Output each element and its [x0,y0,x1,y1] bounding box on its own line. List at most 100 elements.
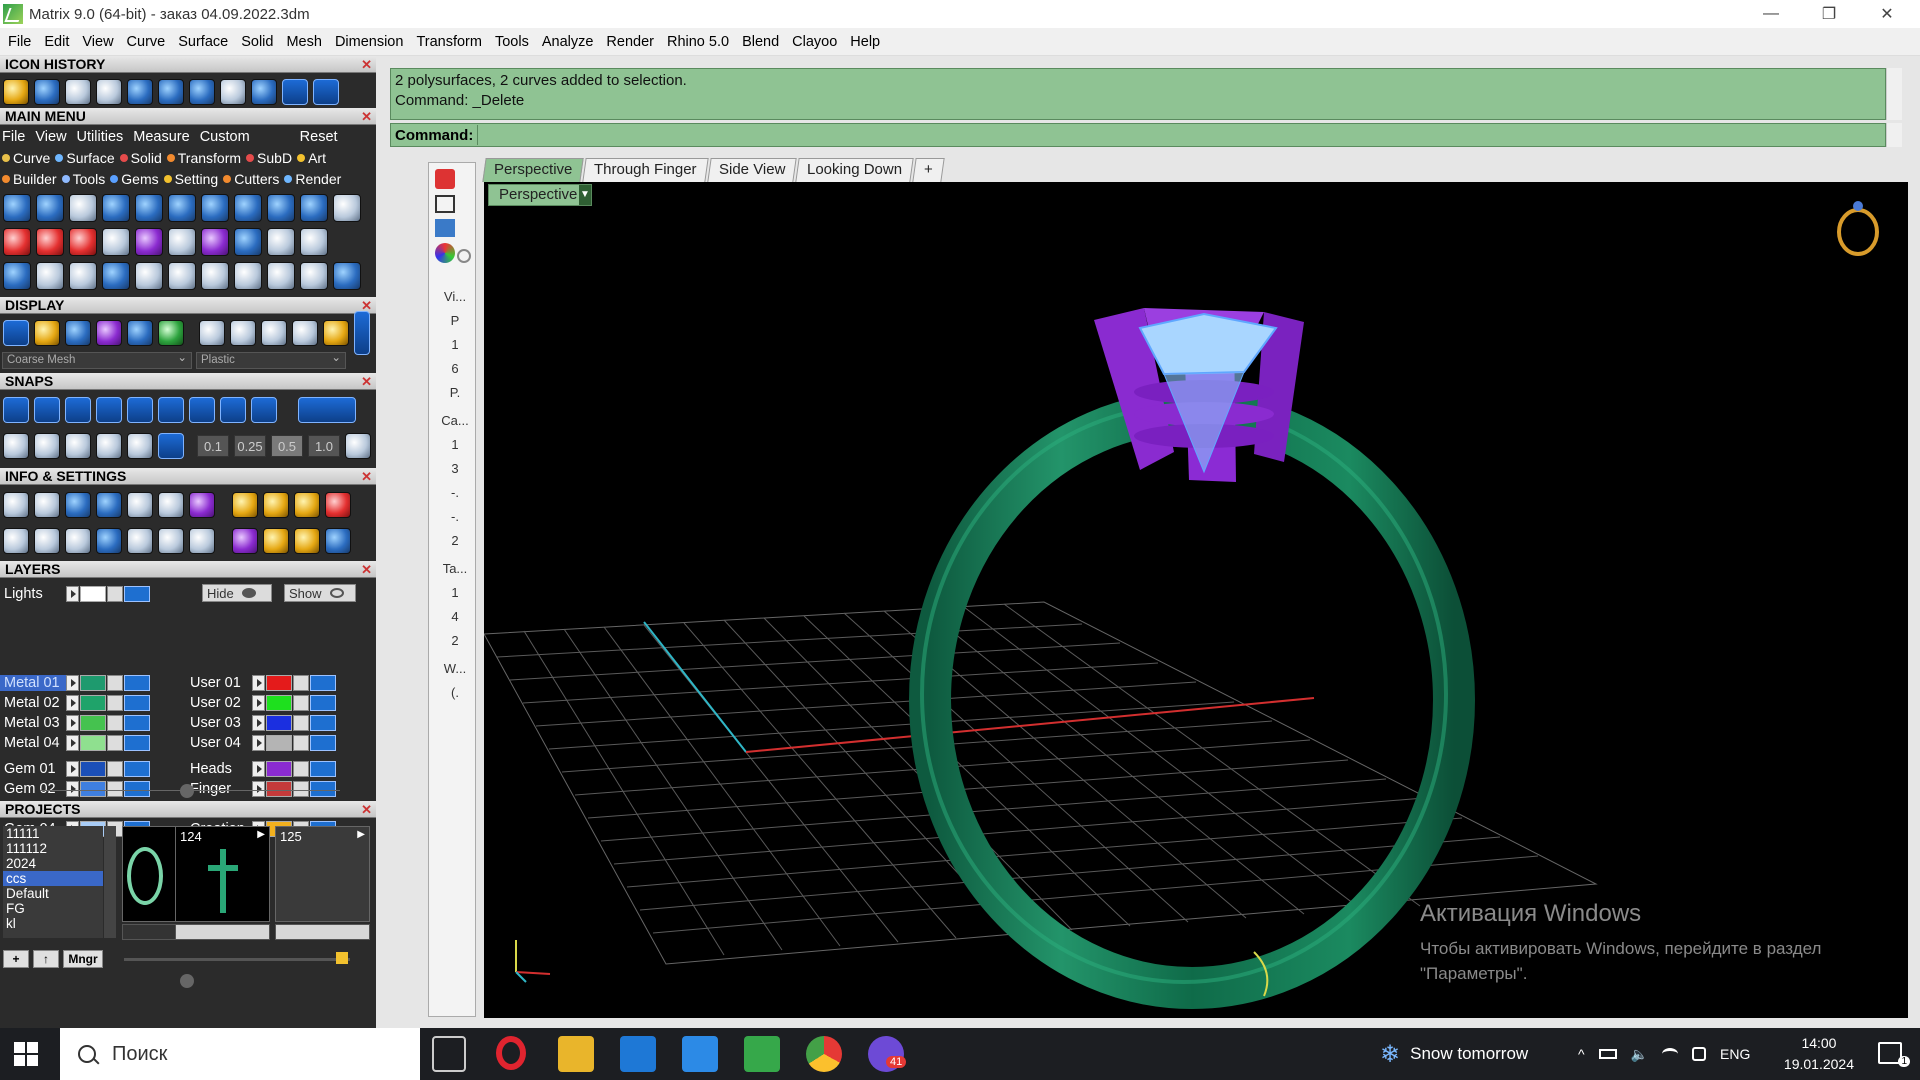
line-icon[interactable] [69,228,97,256]
grid-snap-icon[interactable] [3,433,29,459]
visibility-toggle[interactable] [124,734,150,751]
tab-transform[interactable]: Transform [166,150,241,166]
layer-name[interactable]: Metal 01 [0,674,66,691]
layer-color-swatch[interactable] [80,674,106,691]
flow-icon[interactable] [36,262,64,290]
tab-surface[interactable]: Surface [55,150,115,166]
expand-arrow-icon[interactable] [66,734,79,751]
clock[interactable]: 14:00 19.01.2024 [1784,1033,1854,1075]
text-icon[interactable] [168,228,196,256]
lock-icon[interactable] [107,760,123,777]
snap-value-0-25[interactable]: 0.25 [234,435,266,457]
battery-icon[interactable] [1598,1049,1617,1059]
lock-icon[interactable] [107,714,123,731]
menu-surface[interactable]: Surface [178,34,228,50]
dropdown-arrow-icon[interactable]: ▼ [579,185,591,205]
layer-name[interactable]: User 03 [186,715,252,731]
side-strip-item[interactable]: 2 [437,629,473,651]
mesh-quality-select[interactable]: Coarse Mesh [2,351,192,369]
xray-icon[interactable] [127,320,153,346]
layer-row[interactable]: User 01 [186,673,336,692]
side-strip-item[interactable]: W... [437,657,473,679]
expand-arrow-icon[interactable] [66,714,79,731]
visibility-toggle[interactable] [124,585,150,602]
side-strip-item[interactable]: Ta... [437,557,473,579]
3d-viewport[interactable] [484,182,1908,1018]
color-wheel-icon[interactable] [435,243,455,263]
language-indicator[interactable]: ENG [1720,1046,1750,1062]
list-item[interactable]: kl [3,916,103,931]
snap-perp-icon[interactable] [189,397,215,423]
visibility-toggle[interactable] [124,780,150,797]
split-icon[interactable] [267,262,295,290]
layer-row[interactable]: User 02 [186,693,336,712]
grid-icon[interactable] [127,79,153,105]
tab-render[interactable]: Render [284,171,341,187]
osnap-icon[interactable] [96,433,122,459]
layer-row[interactable]: Metal 01 [0,673,150,692]
layer-name[interactable]: Gem 02 [0,781,66,797]
menu-view[interactable]: View [82,34,113,50]
layer-row[interactable]: Heads [186,759,336,778]
snap-int-icon[interactable] [158,397,184,423]
circle-curve-icon[interactable] [3,194,31,222]
prong-tool-icon[interactable] [135,194,163,222]
metal-sphere-icon[interactable] [199,320,225,346]
menu-render[interactable]: Render [606,34,654,50]
expand-arrow-icon[interactable] [66,780,79,797]
close-icon[interactable]: ✕ [361,561,372,578]
layer-row[interactable]: Metal 03 [0,713,150,732]
layer-name[interactable]: Gem 01 [0,761,66,777]
side-strip-item[interactable]: P. [437,381,473,403]
snap-value-1-0[interactable]: 1.0 [308,435,340,457]
settings-g-icon[interactable] [294,528,320,554]
layer-name[interactable]: Metal 03 [0,715,66,731]
add-tab-button[interactable]: + [912,158,945,182]
filter-icon[interactable] [127,528,153,554]
ortho-icon[interactable] [34,433,60,459]
close-icon[interactable]: ✕ [361,108,372,125]
tab-tools[interactable]: Tools [61,171,105,187]
bezel-icon[interactable] [102,194,130,222]
lock-icon[interactable] [107,585,123,602]
grid-lines-icon[interactable] [345,433,371,459]
help-icon[interactable] [435,219,455,237]
layer-name[interactable]: User 01 [186,675,252,691]
head-icon[interactable] [168,194,196,222]
command-line-scrollbar[interactable] [1886,123,1902,147]
scissors-icon[interactable] [267,228,295,256]
layer-name[interactable]: Finger [186,781,252,797]
multi-point-icon[interactable] [36,228,64,256]
menu-tools[interactable]: Tools [495,34,529,50]
wifi-icon[interactable] [1662,1048,1679,1060]
tab-curve[interactable]: Curve [2,150,50,166]
monitor-icon[interactable] [34,528,60,554]
list-item[interactable]: 2024 [3,856,103,871]
mm-file[interactable]: File [2,129,25,145]
project-list-scrollbar[interactable] [104,826,116,938]
menu-edit[interactable]: Edit [44,34,69,50]
volume-icon[interactable] [96,492,122,518]
measure-icon[interactable] [220,79,246,105]
mm-custom[interactable]: Custom [200,129,250,145]
expand-arrow-icon[interactable] [252,674,265,691]
visibility-toggle[interactable] [124,694,150,711]
snap-toggle-button[interactable] [298,397,356,423]
tab-subd[interactable]: SubD [246,150,292,166]
visibility-toggle[interactable] [124,674,150,691]
mm-view[interactable]: View [35,129,66,145]
store-icon[interactable] [620,1036,656,1072]
lock-icon[interactable] [293,714,309,731]
arc-icon[interactable] [102,228,130,256]
shield-icon[interactable] [435,169,455,189]
side-strip-item[interactable]: 1 [437,581,473,603]
file-explorer-icon[interactable] [558,1036,594,1072]
info-icon[interactable] [127,492,153,518]
tab-cutters[interactable]: Cutters [223,171,279,187]
back-arrow-icon[interactable] [282,79,308,105]
project-slider-handle[interactable] [336,952,348,964]
monitor-icon[interactable] [435,195,455,213]
expand-arrow-icon[interactable] [66,694,79,711]
side-strip-item[interactable]: -. [437,481,473,503]
snap-end-icon[interactable] [3,397,29,423]
